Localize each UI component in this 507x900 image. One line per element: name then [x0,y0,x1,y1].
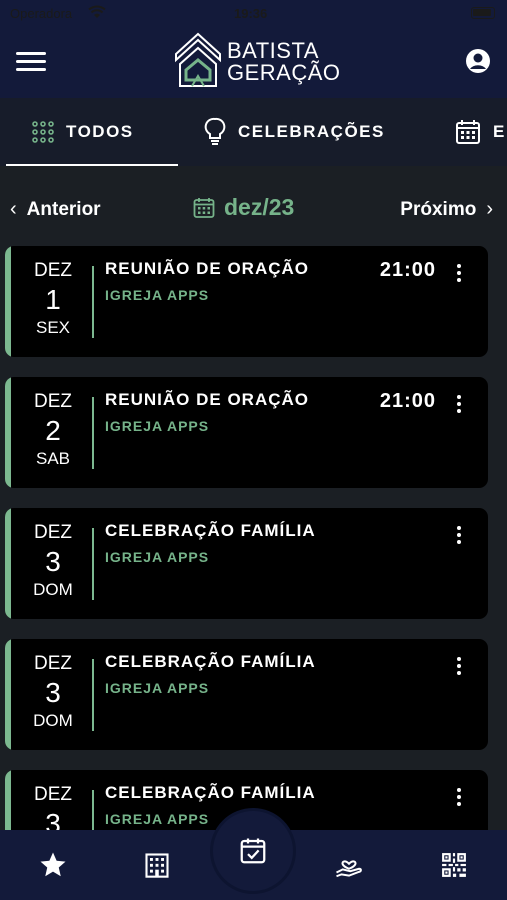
event-day: 1 [45,284,61,315]
carrier-name: Operadora [10,6,73,21]
event-organizer: IGREJA APPS [105,680,210,696]
calendar-icon [456,120,480,144]
more-vertical-icon [457,788,461,792]
event-date: DEZ 3 [13,784,93,830]
event-card[interactable]: DEZ 1 SEX REUNIÃO DE ORAÇÃO IGREJA APPS … [5,246,488,357]
divider [92,528,94,600]
lightbulb-icon [204,117,226,145]
event-list: DEZ 1 SEX REUNIÃO DE ORAÇÃO IGREJA APPS … [0,246,507,830]
event-month: DEZ [34,522,72,543]
current-month[interactable]: dez/23 [193,194,294,221]
next-month-button[interactable]: Próximo › [400,198,493,221]
event-title: REUNIÃO DE ORAÇÃO [105,259,310,278]
tab-eventos[interactable]: E [455,98,506,166]
previous-month-button[interactable]: ‹ Anterior [10,198,101,221]
event-day: 2 [45,415,61,446]
app-header: BATISTA GERAÇÃO [0,28,507,98]
status-bar: Operadora 19:36 [0,0,507,28]
event-date: DEZ 2 SAB [13,391,93,469]
grid-dots-icon [32,121,54,143]
wifi-icon [88,5,106,22]
event-weekday: SAB [35,449,71,468]
chevron-right-icon: › [486,198,493,220]
profile-button[interactable] [465,48,491,74]
event-day: 3 [45,808,61,830]
more-options-button[interactable] [452,788,466,808]
nav-church[interactable] [140,848,174,882]
event-card[interactable]: DEZ 2 SAB REUNIÃO DE ORAÇÃO IGREJA APPS … [5,377,488,488]
divider [92,790,94,830]
event-weekday: SEX [35,318,71,337]
divider [92,659,94,731]
event-month: DEZ [34,784,72,805]
nav-qr-code[interactable] [437,848,471,882]
event-title: CELEBRAÇÃO FAMÍLIA [105,783,316,802]
event-organizer: IGREJA APPS [105,811,210,827]
event-weekday: DOM [33,711,73,730]
tab-label: CELEBRAÇÕES [238,122,385,141]
event-time: 21:00 [379,390,436,412]
building-icon [145,853,169,878]
hamburger-icon [16,52,46,55]
event-month: DEZ [34,391,72,412]
event-weekday: DOM [33,580,73,599]
more-vertical-icon [457,264,461,268]
previous-label: Anterior [26,198,101,220]
event-day: 3 [45,677,61,708]
month-label: dez/23 [224,194,295,220]
more-vertical-icon [457,395,461,399]
more-options-button[interactable] [452,264,466,284]
event-organizer: IGREJA APPS [105,418,210,434]
logo-mark-icon [175,32,221,87]
event-month: DEZ [34,653,72,674]
event-date: DEZ 3 DOM [13,522,93,600]
next-label: Próximo [400,198,477,220]
chevron-left-icon: ‹ [10,198,17,220]
tab-todos[interactable]: TODOS [6,98,178,166]
logo-text-line2: GERAÇÃO [227,60,341,85]
app-logo: BATISTA GERAÇÃO [172,30,347,90]
tab-label: TODOS [66,122,134,141]
divider [92,397,94,469]
nav-donations[interactable] [332,848,366,882]
bottom-navigation [0,808,507,900]
more-options-button[interactable] [452,526,466,546]
month-navigation: ‹ Anterior dez/23 Próximo › [0,186,507,234]
more-options-button[interactable] [452,657,466,677]
more-vertical-icon [457,526,461,530]
menu-button[interactable] [16,52,46,74]
event-time: 21:00 [379,259,436,281]
category-tabs: TODOS CELEBRAÇÕES E [0,98,507,166]
clock: 19:36 [234,6,268,21]
star-icon [40,852,66,877]
battery-icon [471,7,495,19]
event-title: REUNIÃO DE ORAÇÃO [105,390,310,409]
event-date: DEZ 3 DOM [13,653,93,731]
nav-favorites[interactable] [36,848,70,882]
event-organizer: IGREJA APPS [105,287,210,303]
event-month: DEZ [34,260,72,281]
heart-hand-icon [336,860,362,878]
divider [92,266,94,338]
event-title: CELEBRAÇÃO FAMÍLIA [105,521,316,540]
tab-celebracoes[interactable]: CELEBRAÇÕES [204,98,385,166]
user-icon [466,49,490,73]
event-organizer: IGREJA APPS [105,549,210,565]
more-vertical-icon [457,657,461,661]
qr-code-icon [442,853,466,877]
calendar-check-icon [240,838,266,864]
tab-label: E [493,122,506,141]
event-card[interactable]: DEZ 3 DOM CELEBRAÇÃO FAMÍLIA IGREJA APPS [5,639,488,750]
more-options-button[interactable] [452,395,466,415]
event-card[interactable]: DEZ 3 DOM CELEBRAÇÃO FAMÍLIA IGREJA APPS [5,508,488,619]
event-day: 3 [45,546,61,577]
nav-agenda[interactable] [210,808,296,894]
calendar-icon [193,197,215,218]
event-title: CELEBRAÇÃO FAMÍLIA [105,652,316,671]
event-date: DEZ 1 SEX [13,260,93,338]
